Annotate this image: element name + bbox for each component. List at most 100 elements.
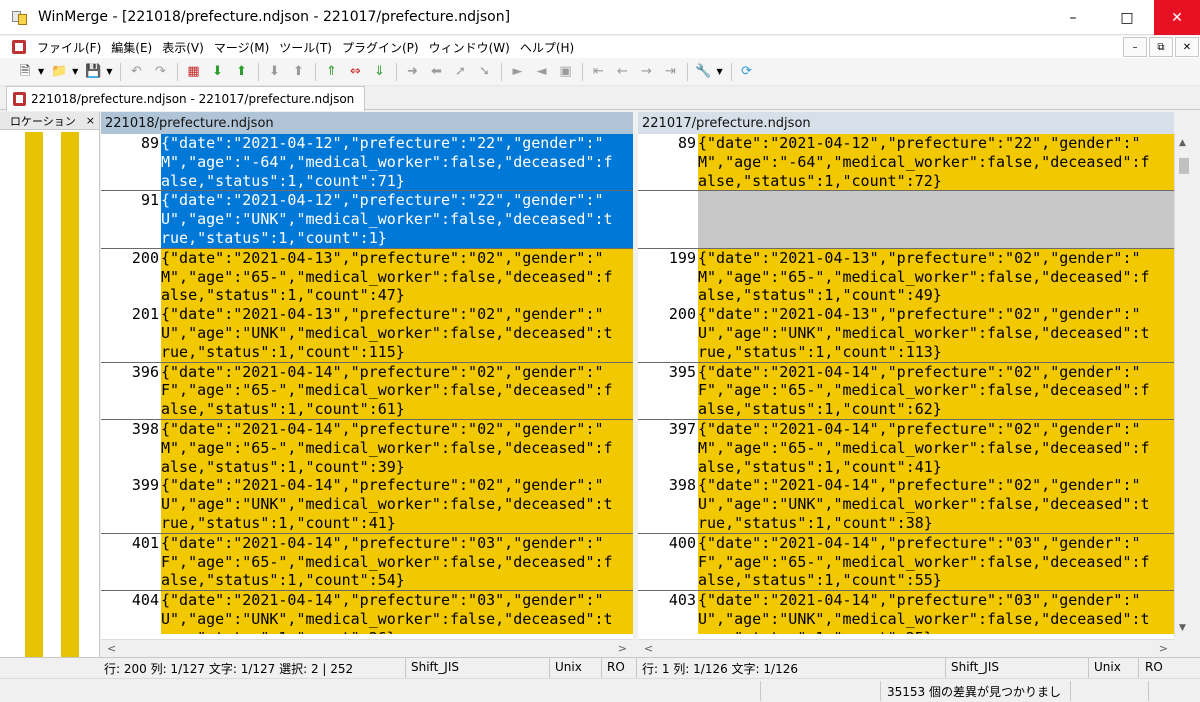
line-text[interactable]: {"date":"2021-04-14","prefecture":"02","… (698, 476, 1174, 496)
text-line[interactable]: rue,"status":1,"count":1} (101, 228, 633, 248)
text-line[interactable]: U","age":"UNK","medical_worker":false,"d… (638, 609, 1174, 629)
close-button[interactable]: ✕ (1154, 0, 1200, 35)
text-line[interactable]: 397 {"date":"2021-04-14","prefecture":"02… (638, 419, 1174, 439)
line-text[interactable]: U","age":"UNK","medical_worker":false,"d… (161, 609, 633, 629)
text-line[interactable]: 401 {"date":"2021-04-14","prefecture":"03… (101, 533, 633, 553)
line-text[interactable]: alse,"status":1,"count":47} (161, 286, 633, 306)
line-text[interactable] (698, 228, 1174, 248)
location-bar-right[interactable] (61, 132, 79, 668)
options-dropdown-icon[interactable]: ▼ (716, 67, 722, 76)
line-text[interactable]: alse,"status":1,"count":39} (161, 457, 633, 477)
mdi-minimize-button[interactable]: – (1123, 37, 1147, 57)
right-diff-block[interactable]: 395 {"date":"2021-04-14","prefecture":"02… (638, 362, 1174, 420)
text-line[interactable]: U","age":"UNK","medical_worker":false,"d… (101, 323, 633, 343)
text-line[interactable]: rue,"status":1,"count":41} (101, 513, 633, 533)
menu-merge[interactable]: マージ(M) (209, 39, 274, 56)
right-diff-block[interactable]: 397 {"date":"2021-04-14","prefecture":"02… (638, 419, 1174, 534)
left-diff-block[interactable]: 200 {"date":"2021-04-13","prefecture":"02… (101, 248, 633, 363)
text-line[interactable]: rue,"status":1,"count":38} (638, 513, 1174, 533)
line-text[interactable]: {"date":"2021-04-14","prefecture":"02","… (698, 362, 1174, 382)
right-diff-block[interactable]: 400 {"date":"2021-04-14","prefecture":"03… (638, 533, 1174, 592)
line-text[interactable]: {"date":"2021-04-14","prefecture":"03","… (698, 533, 1174, 553)
redo-icon[interactable]: ↷ (149, 61, 171, 83)
text-line[interactable]: 200 {"date":"2021-04-13","prefecture":"02… (101, 248, 633, 268)
text-line[interactable]: alse,"status":1,"count":61} (101, 400, 633, 419)
line-text[interactable]: M","age":"65-","medical_worker":false,"d… (698, 438, 1174, 458)
all-left-icon[interactable]: ◄ (530, 61, 552, 83)
text-line[interactable]: alse,"status":1,"count":71} (101, 171, 633, 191)
text-line[interactable]: 399 {"date":"2021-04-14","prefecture":"02… (101, 476, 633, 496)
line-text[interactable]: F","age":"65-","medical_worker":false,"d… (698, 552, 1174, 572)
copy-right-icon[interactable]: ➜ (401, 61, 423, 83)
vertical-scrollbar[interactable]: ▲ ▼ (1174, 134, 1192, 637)
minimize-button[interactable]: – (1046, 0, 1100, 35)
new-dropdown-icon[interactable]: ▼ (38, 67, 44, 76)
save-icon[interactable]: 💾 (82, 61, 104, 83)
menu-view[interactable]: 表示(V) (157, 39, 209, 56)
line-text[interactable]: U","age":"UNK","medical_worker":false,"d… (161, 495, 633, 514)
all-both-icon[interactable]: ▣ (554, 61, 576, 83)
text-line[interactable]: alse,"status":1,"count":54} (101, 571, 633, 591)
line-text[interactable]: M","age":"-64","medical_worker":false,"d… (698, 152, 1174, 172)
text-line[interactable]: alse,"status":1,"count":62} (638, 400, 1174, 419)
line-text[interactable]: alse,"status":1,"count":41} (698, 457, 1174, 477)
scroll-thumb[interactable] (1179, 158, 1189, 174)
text-line[interactable]: M","age":"65-","medical_worker":false,"d… (101, 267, 633, 287)
text-line[interactable]: alse,"status":1,"count":47} (101, 286, 633, 306)
line-text[interactable]: {"date":"2021-04-13","prefecture":"02","… (161, 248, 633, 268)
line-text[interactable]: {"date":"2021-04-12","prefecture":"22","… (161, 134, 633, 153)
left-diff-block[interactable]: 89 {"date":"2021-04-12","prefecture":"22"… (101, 134, 633, 192)
menu-window[interactable]: ウィンドウ(W) (424, 39, 515, 56)
menu-plugins[interactable]: プラグイン(P) (337, 39, 424, 56)
new-icon[interactable]: 🗎 (14, 61, 36, 83)
text-line[interactable]: 404 {"date":"2021-04-14","prefecture":"03… (101, 591, 633, 610)
text-line[interactable]: 403 {"date":"2021-04-14","prefecture":"03… (638, 591, 1174, 610)
text-line[interactable]: M","age":"-64","medical_worker":false,"d… (638, 152, 1174, 172)
line-text[interactable]: alse,"status":1,"count":62} (698, 400, 1174, 419)
text-line[interactable]: F","age":"65-","medical_worker":false,"d… (638, 552, 1174, 572)
text-line[interactable]: F","age":"65-","medical_worker":false,"d… (638, 381, 1174, 401)
menu-file[interactable]: ファイル(F) (32, 39, 106, 56)
first-diff-icon[interactable]: ⇑ (320, 61, 342, 83)
line-text[interactable]: M","age":"65-","medical_worker":false,"d… (161, 267, 633, 287)
line-text[interactable]: {"date":"2021-04-14","prefecture":"02","… (161, 419, 633, 439)
line-text[interactable]: {"date":"2021-04-14","prefecture":"02","… (698, 419, 1174, 439)
line-text[interactable]: rue,"status":1,"count":25} (698, 628, 1174, 634)
line-text[interactable]: M","age":"-64","medical_worker":false,"d… (161, 152, 633, 172)
line-text[interactable]: {"date":"2021-04-14","prefecture":"02","… (161, 362, 633, 382)
text-line[interactable]: 395 {"date":"2021-04-14","prefecture":"02… (638, 362, 1174, 382)
line-text[interactable]: {"date":"2021-04-13","prefecture":"02","… (698, 305, 1174, 324)
refresh-icon[interactable]: ⟳ (736, 61, 758, 83)
text-line[interactable]: rue,"status":1,"count":115} (101, 342, 633, 362)
left-diff-block[interactable]: 404 {"date":"2021-04-14","prefecture":"03… (101, 591, 633, 634)
text-line[interactable]: F","age":"65-","medical_worker":false,"d… (101, 381, 633, 401)
text-line[interactable]: U","age":"UNK","medical_worker":false,"d… (101, 495, 633, 514)
line-text[interactable]: U","age":"UNK","medical_worker":false,"d… (161, 210, 633, 229)
left-diff-block[interactable]: 396 {"date":"2021-04-14","prefecture":"02… (101, 362, 633, 420)
text-line[interactable]: M","age":"65-","medical_worker":false,"d… (101, 438, 633, 458)
location-bar-left[interactable] (25, 132, 43, 668)
document-icon[interactable] (12, 40, 26, 54)
scroll-right-icon[interactable]: > (618, 642, 627, 655)
right-diff-block[interactable]: 89 {"date":"2021-04-12","prefecture":"22"… (638, 134, 1174, 192)
left-text-area[interactable]: 89 {"date":"2021-04-12","prefecture":"22"… (101, 134, 633, 634)
text-line[interactable]: 91 {"date":"2021-04-12","prefecture":"22"… (101, 191, 633, 211)
filmstrip-icon[interactable]: ▦ (182, 61, 204, 83)
menu-help[interactable]: ヘルプ(H) (515, 39, 579, 56)
location-pane-close-icon[interactable]: × (86, 114, 95, 127)
text-line[interactable]: 400 {"date":"2021-04-14","prefecture":"03… (638, 533, 1174, 553)
line-text[interactable]: F","age":"65-","medical_worker":false,"d… (161, 552, 633, 572)
line-text[interactable]: {"date":"2021-04-12","prefecture":"22","… (161, 191, 633, 211)
left-horizontal-scrollbar[interactable]: < > (101, 639, 633, 657)
document-tab[interactable]: 221018/prefecture.ndjson - 221017/prefec… (6, 86, 366, 111)
text-line[interactable]: M","age":"65-","medical_worker":false,"d… (638, 267, 1174, 287)
text-line[interactable]: 396 {"date":"2021-04-14","prefecture":"02… (101, 362, 633, 382)
text-line[interactable] (638, 210, 1174, 229)
text-line[interactable]: 200 {"date":"2021-04-13","prefecture":"02… (638, 305, 1174, 324)
line-text[interactable]: U","age":"UNK","medical_worker":false,"d… (698, 495, 1174, 514)
text-line[interactable]: U","age":"UNK","medical_worker":false,"d… (638, 495, 1174, 514)
last-file-icon[interactable]: ⇥ (659, 61, 681, 83)
line-text[interactable]: rue,"status":1,"count":38} (698, 513, 1174, 533)
prev-file-icon[interactable]: ← (611, 61, 633, 83)
prev-conflict-icon[interactable]: ⬆ (287, 61, 309, 83)
